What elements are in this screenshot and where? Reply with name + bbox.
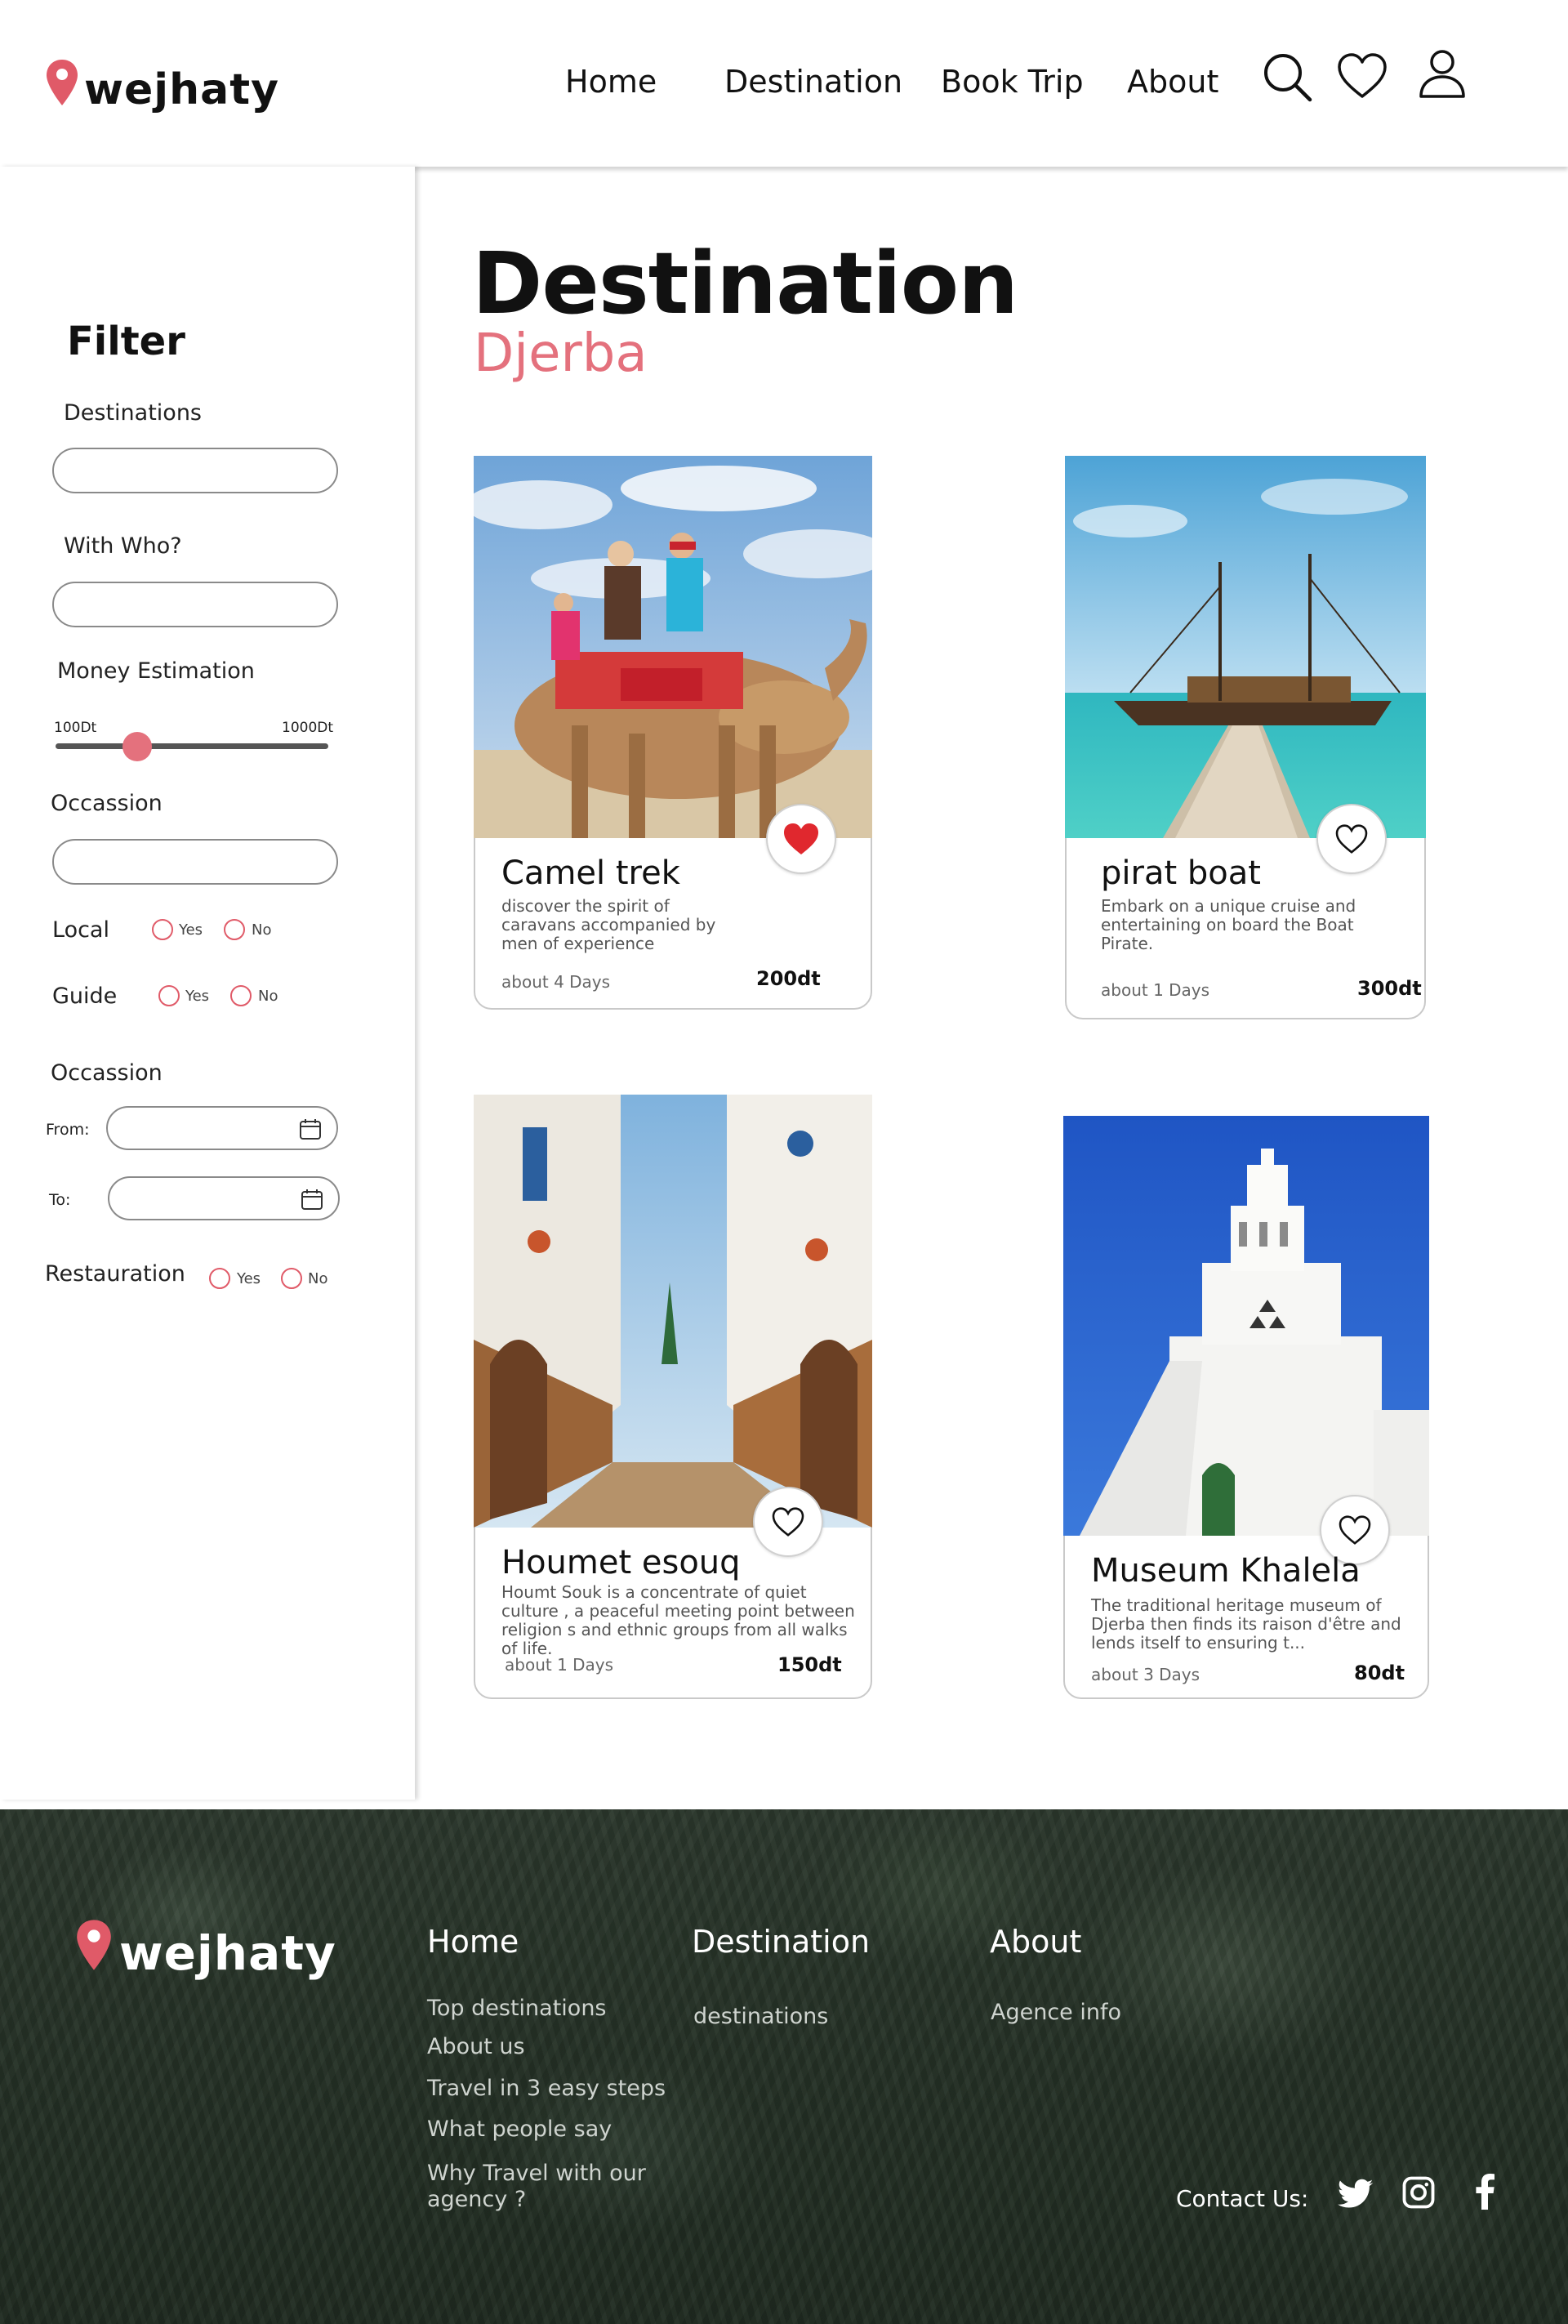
location-pin-icon	[47, 60, 78, 105]
local-no-radio[interactable]	[224, 919, 245, 940]
footer-link-what-people-say[interactable]: What people say	[427, 2117, 612, 2142]
money-estimation-label: Money Estimation	[57, 658, 255, 684]
card-price: 80dt	[1354, 1662, 1405, 1684]
nav-home[interactable]: Home	[565, 64, 657, 100]
occasion-input[interactable]	[52, 839, 338, 885]
heart-filled-icon	[784, 823, 818, 854]
card-description: Embark on a unique cruise and entertaini…	[1101, 896, 1356, 953]
heart-outline-icon	[1339, 1515, 1371, 1545]
destination-card[interactable]: Houmet esouq Houmt Souk is a concentrate…	[474, 1095, 872, 1699]
money-slider-track[interactable]	[56, 743, 328, 749]
header: wejhaty Home Destination Book Trip About	[0, 0, 1568, 167]
card-price: 200dt	[756, 967, 821, 990]
location-pin-icon	[77, 1920, 111, 1970]
money-min-label: 100Dt	[54, 720, 97, 736]
from-label: From:	[46, 1121, 90, 1139]
guide-label: Guide	[52, 984, 118, 1009]
card-price: 300dt	[1357, 977, 1422, 1000]
favorite-button[interactable]	[1316, 804, 1387, 874]
guide-yes-radio[interactable]	[158, 985, 180, 1006]
filter-sidebar: Filter Destinations With Who? Money Esti…	[0, 167, 415, 1800]
footer-link-why-travel[interactable]: Why Travel with our agency ?	[427, 2161, 664, 2213]
card-description: The traditional heritage museum of Djerb…	[1091, 1595, 1401, 1653]
occasion-dates-label: Occassion	[51, 1060, 163, 1086]
brand-logo[interactable]: wejhaty	[45, 51, 279, 114]
heart-outline-icon	[772, 1507, 804, 1537]
footer-brand-logo[interactable]: wejhaty	[75, 1909, 336, 1981]
with-who-label: With Who?	[64, 533, 182, 559]
destination-card[interactable]: pirat boat Embark on a unique cruise and…	[1065, 456, 1426, 1019]
with-who-input[interactable]	[52, 582, 338, 627]
to-date-input[interactable]	[108, 1176, 340, 1220]
card-duration: about 1 Days	[505, 1655, 614, 1675]
from-date-input[interactable]	[106, 1106, 338, 1150]
footer-destination-title[interactable]: Destination	[692, 1924, 870, 1960]
footer-link-agence-info[interactable]: Agence info	[991, 2000, 1121, 2025]
facebook-icon[interactable]	[1475, 2174, 1494, 2210]
destinations-input[interactable]	[52, 448, 338, 493]
card-duration: about 4 Days	[501, 972, 611, 992]
card-title: Camel trek	[501, 854, 680, 892]
card-duration: about 3 Days	[1091, 1665, 1200, 1684]
camel-trek-image	[474, 456, 872, 838]
search-icon[interactable]	[1261, 51, 1313, 103]
guide-no-radio[interactable]	[230, 985, 252, 1006]
filter-title: Filter	[67, 319, 185, 364]
brand-name: wejhaty	[84, 65, 279, 114]
money-slider-thumb[interactable]	[122, 732, 153, 761]
user-icon[interactable]	[1416, 47, 1468, 100]
local-no-label: No	[252, 921, 272, 939]
footer-about-title[interactable]: About	[990, 1924, 1081, 1960]
card-duration: about 1 Days	[1101, 980, 1210, 1000]
card-title: Houmet esouq	[501, 1544, 741, 1581]
calendar-icon[interactable]	[301, 1188, 323, 1211]
card-price: 150dt	[777, 1653, 842, 1676]
favorite-button[interactable]	[766, 804, 836, 874]
card-title: pirat boat	[1101, 854, 1261, 892]
page-title: Destination	[472, 234, 1018, 333]
money-max-label: 1000Dt	[282, 720, 334, 736]
nav-book-trip[interactable]: Book Trip	[941, 64, 1084, 100]
nav-destination[interactable]: Destination	[724, 64, 902, 100]
footer-link-about-us[interactable]: About us	[427, 2034, 525, 2059]
card-description: Houmt Souk is a concentrate of quiet cul…	[501, 1582, 855, 1658]
local-yes-radio[interactable]	[152, 919, 173, 940]
occasion-label: Occassion	[51, 791, 163, 816]
footer-link-travel-steps[interactable]: Travel in 3 easy steps	[427, 2076, 666, 2101]
local-label: Local	[52, 917, 109, 943]
restauration-no-label: No	[308, 1270, 328, 1287]
footer-brand-name: wejhaty	[119, 1925, 336, 1981]
page-subtitle: Djerba	[474, 323, 648, 384]
calendar-icon[interactable]	[299, 1117, 322, 1140]
favorite-button[interactable]	[753, 1487, 823, 1557]
restauration-label: Restauration	[45, 1261, 185, 1287]
footer-link-destinations[interactable]: destinations	[693, 2004, 828, 2029]
guide-no-label: No	[258, 988, 278, 1005]
footer: wejhaty Home Top destinations About us T…	[0, 1809, 1568, 2324]
nav-about[interactable]: About	[1127, 64, 1218, 100]
pirat-boat-image	[1065, 456, 1426, 838]
destination-card[interactable]: Museum Khalela The traditional heritage …	[1063, 1116, 1429, 1699]
restauration-no-radio[interactable]	[281, 1268, 302, 1289]
heart-icon[interactable]	[1336, 51, 1388, 103]
destinations-label: Destinations	[64, 400, 203, 426]
contact-us-label: Contact Us:	[1176, 2185, 1309, 2212]
to-label: To:	[49, 1191, 71, 1209]
restauration-yes-radio[interactable]	[209, 1268, 230, 1289]
houmet-esouq-image	[474, 1095, 872, 1528]
guide-yes-label: Yes	[185, 988, 210, 1005]
restauration-yes-label: Yes	[237, 1270, 261, 1287]
instagram-icon[interactable]	[1401, 2175, 1436, 2210]
footer-link-top-destinations[interactable]: Top destinations	[427, 1996, 607, 2021]
heart-outline-icon	[1335, 824, 1368, 854]
museum-khalela-image	[1063, 1116, 1429, 1536]
card-title: Museum Khalela	[1091, 1552, 1361, 1590]
card-description: discover the spirit of caravans accompan…	[501, 896, 716, 953]
footer-home-title[interactable]: Home	[427, 1924, 519, 1960]
local-yes-label: Yes	[179, 921, 203, 939]
twitter-icon[interactable]	[1338, 2179, 1374, 2210]
destination-card[interactable]: Camel trek discover the spirit of carava…	[474, 456, 872, 1010]
